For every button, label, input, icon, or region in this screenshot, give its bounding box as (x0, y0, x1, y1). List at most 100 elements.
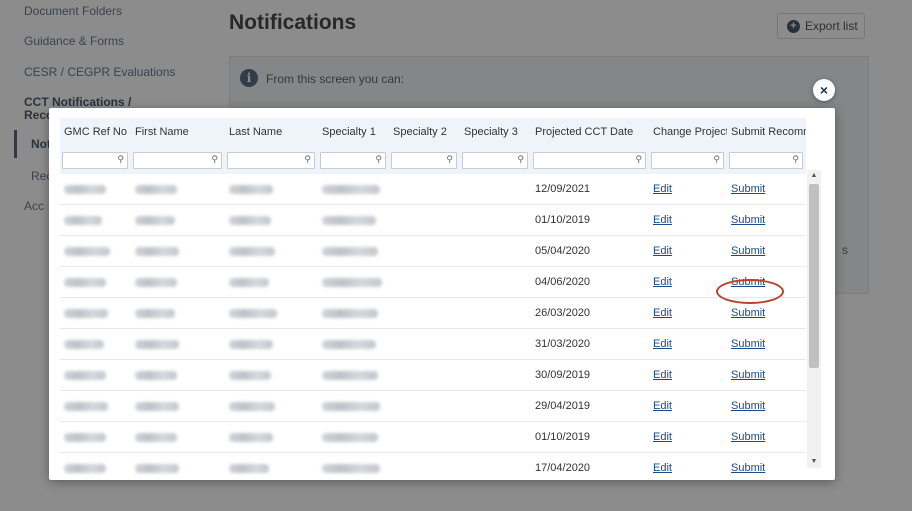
column-header-change-projected[interactable]: Change Projecte (649, 118, 727, 148)
cell-change-projected: Edit (649, 453, 727, 480)
redacted-value (64, 247, 110, 256)
cell-first-name (131, 329, 225, 359)
column-header-specialty-1[interactable]: Specialty 1 (318, 118, 389, 148)
redacted-value (135, 340, 179, 349)
cell-gmc-ref-no (60, 453, 131, 480)
search-icon: ⚲ (446, 154, 453, 164)
filter-input-submit-recommendation[interactable]: ⚲ (729, 152, 803, 169)
cell-last-name (225, 205, 318, 235)
redacted-value (229, 247, 275, 256)
submit-link[interactable]: Submit (731, 245, 765, 257)
submit-link[interactable]: Submit (731, 307, 765, 319)
edit-link[interactable]: Edit (653, 462, 672, 474)
cell-change-projected: Edit (649, 329, 727, 359)
cell-gmc-ref-no (60, 205, 131, 235)
filter-input-last-name[interactable]: ⚲ (227, 152, 315, 169)
search-icon: ⚲ (635, 154, 642, 164)
column-header-gmc-ref-no[interactable]: GMC Ref No (60, 118, 131, 148)
cell-specialty-3 (460, 236, 531, 266)
cell-submit-recommendation: Submit (727, 360, 806, 390)
submit-link[interactable]: Submit (731, 400, 765, 412)
column-header-specialty-3[interactable]: Specialty 3 (460, 118, 531, 148)
filter-input-projected-cct-date[interactable]: ⚲ (533, 152, 646, 169)
redacted-value (322, 340, 376, 349)
redacted-value (64, 309, 108, 318)
cell-last-name (225, 422, 318, 452)
redacted-value (322, 402, 380, 411)
cell-specialty-2 (389, 205, 460, 235)
scrollbar-thumb[interactable] (809, 184, 819, 368)
cell-first-name (131, 360, 225, 390)
cell-specialty-1 (318, 205, 389, 235)
filter-input-first-name[interactable]: ⚲ (133, 152, 222, 169)
column-header-specialty-2[interactable]: Specialty 2 (389, 118, 460, 148)
submit-link[interactable]: Submit (731, 369, 765, 381)
cell-change-projected: Edit (649, 205, 727, 235)
cell-submit-recommendation: Submit (727, 174, 806, 204)
cell-specialty-2 (389, 360, 460, 390)
cell-first-name (131, 422, 225, 452)
search-icon: ⚲ (304, 154, 311, 164)
cell-specialty-1 (318, 360, 389, 390)
cell-first-name (131, 236, 225, 266)
cell-specialty-3 (460, 329, 531, 359)
cell-specialty-2 (389, 329, 460, 359)
column-header-last-name[interactable]: Last Name (225, 118, 318, 148)
edit-link[interactable]: Edit (653, 307, 672, 319)
edit-link[interactable]: Edit (653, 276, 672, 288)
edit-link[interactable]: Edit (653, 214, 672, 226)
redacted-value (135, 309, 175, 318)
cell-specialty-1 (318, 298, 389, 328)
redacted-value (64, 402, 108, 411)
filter-input-change-projected[interactable]: ⚲ (651, 152, 724, 169)
cell-submit-recommendation: Submit (727, 391, 806, 421)
cell-specialty-2 (389, 174, 460, 204)
filter-input-specialty-3[interactable]: ⚲ (462, 152, 528, 169)
submit-link[interactable]: Submit (731, 462, 765, 474)
scroll-down-arrow-icon[interactable]: ▼ (807, 456, 821, 468)
cell-specialty-1 (318, 236, 389, 266)
table-row: 05/04/2020 Edit Submit (60, 236, 806, 267)
cell-projected-cct-date: 17/04/2020 (535, 462, 591, 474)
submit-link[interactable]: Submit (731, 338, 765, 350)
cell-projected-cct-date: 01/10/2019 (535, 431, 591, 443)
cell-projected-cct-date: 30/09/2019 (535, 369, 591, 381)
cell-specialty-3 (460, 298, 531, 328)
column-header-first-name[interactable]: First Name (131, 118, 225, 148)
edit-link[interactable]: Edit (653, 338, 672, 350)
scroll-up-arrow-icon[interactable]: ▲ (807, 170, 821, 182)
column-header-projected-cct-date[interactable]: Projected CCT Date (531, 118, 649, 148)
edit-link[interactable]: Edit (653, 431, 672, 443)
cell-specialty-3 (460, 267, 531, 297)
modal-close-button[interactable]: × (813, 79, 835, 101)
cell-specialty-1 (318, 267, 389, 297)
filter-input-specialty-2[interactable]: ⚲ (391, 152, 457, 169)
redacted-value (229, 371, 271, 380)
cell-change-projected: Edit (649, 422, 727, 452)
cell-specialty-1 (318, 422, 389, 452)
table-row: 01/10/2019 Edit Submit (60, 205, 806, 236)
edit-link[interactable]: Edit (653, 245, 672, 257)
cell-specialty-3 (460, 174, 531, 204)
cell-submit-recommendation: Submit (727, 329, 806, 359)
edit-link[interactable]: Edit (653, 400, 672, 412)
table-row: 17/04/2020 Edit Submit (60, 453, 806, 480)
column-header-submit-recommendation[interactable]: Submit Recomm (727, 118, 806, 148)
submit-link[interactable]: Submit (731, 183, 765, 195)
cell-specialty-2 (389, 453, 460, 480)
redacted-value (229, 185, 273, 194)
cell-projected-cct-date: 31/03/2020 (535, 338, 591, 350)
redacted-value (135, 247, 179, 256)
grid-vertical-scrollbar[interactable]: ▲ ▼ (807, 170, 821, 468)
submit-link[interactable]: Submit (731, 431, 765, 443)
filter-input-specialty-1[interactable]: ⚲ (320, 152, 386, 169)
submit-link[interactable]: Submit (731, 214, 765, 226)
redacted-value (64, 185, 106, 194)
cell-last-name (225, 236, 318, 266)
search-icon: ⚲ (375, 154, 382, 164)
edit-link[interactable]: Edit (653, 369, 672, 381)
cell-gmc-ref-no (60, 329, 131, 359)
filter-input-gmc-ref-no[interactable]: ⚲ (62, 152, 128, 169)
edit-link[interactable]: Edit (653, 183, 672, 195)
cell-specialty-2 (389, 236, 460, 266)
